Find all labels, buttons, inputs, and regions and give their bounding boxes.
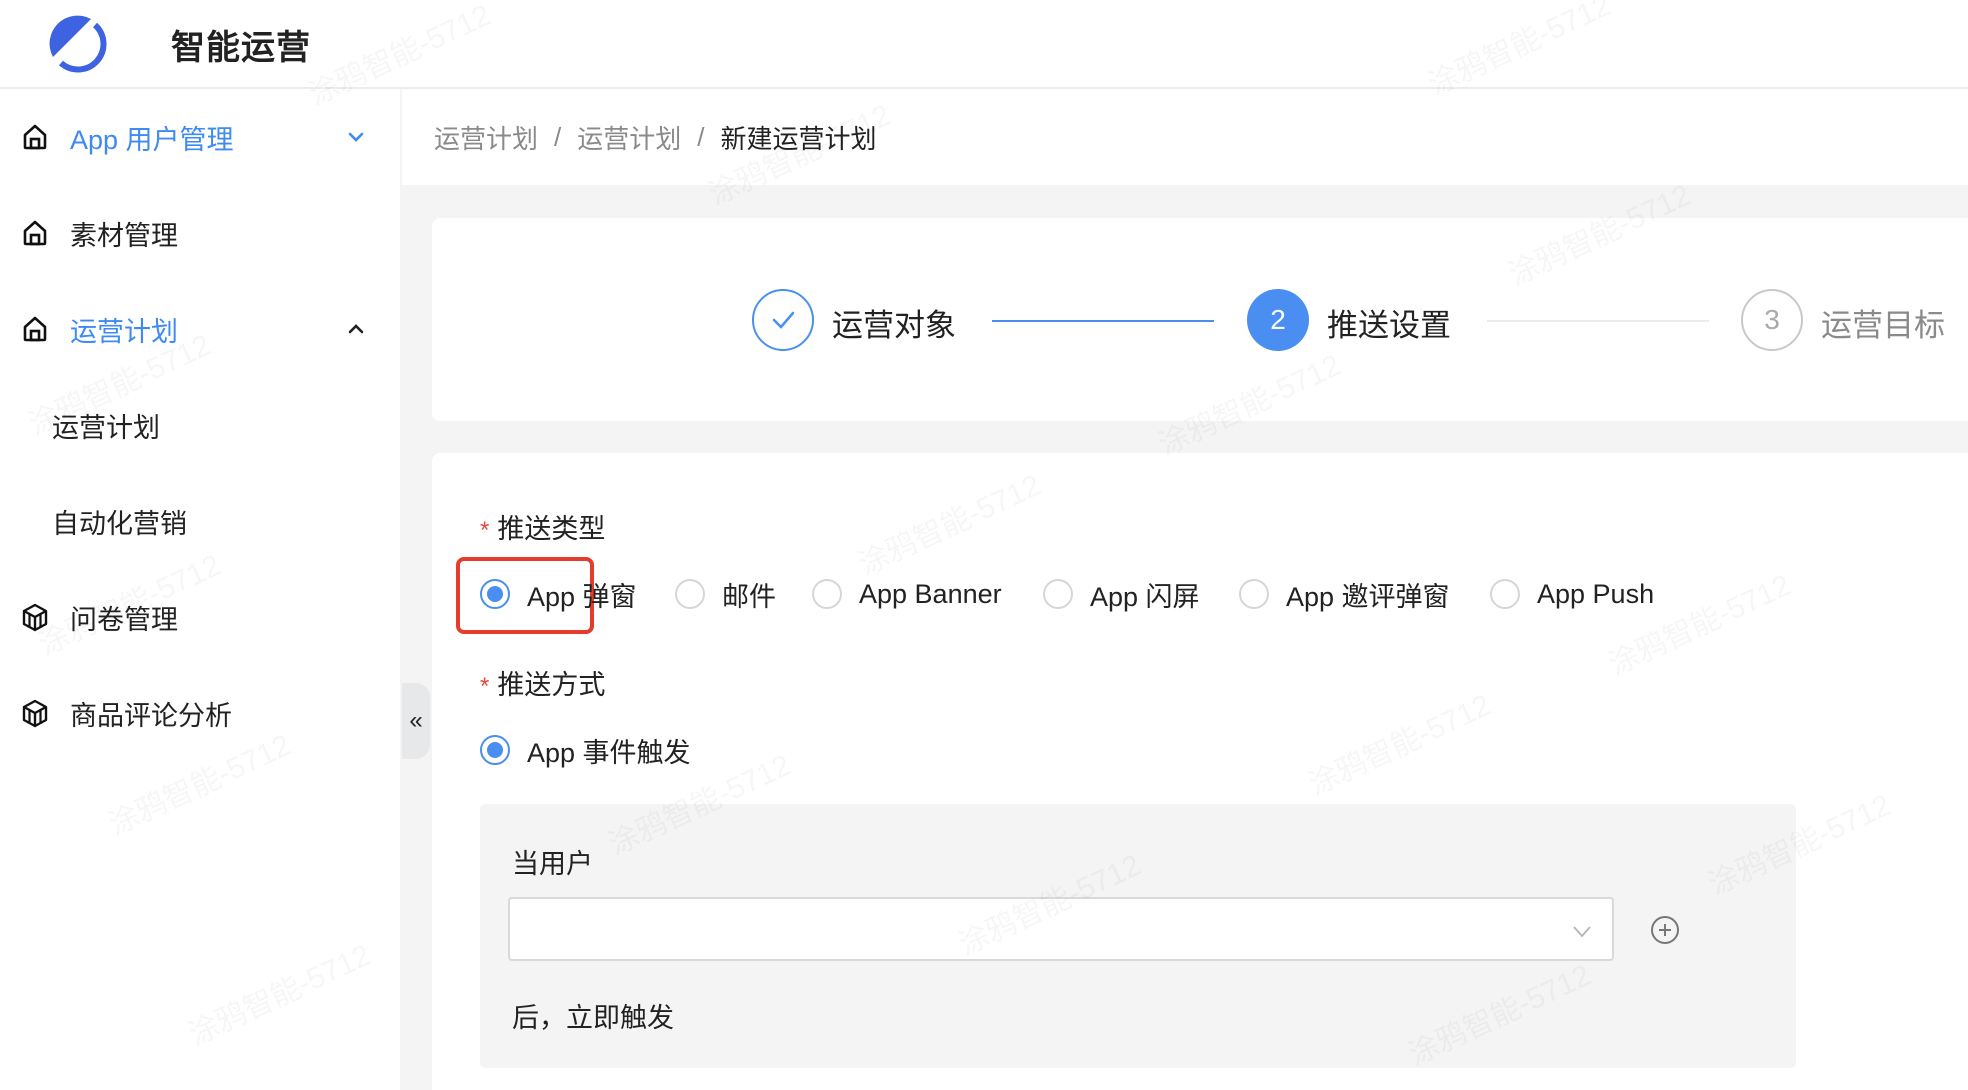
step-2-marker: 2	[1247, 289, 1309, 351]
sidebar-item-label: 商品评论分析	[70, 700, 232, 731]
radio-push-type-email[interactable]: 邮件	[675, 574, 776, 614]
radio-push-type-app-splash[interactable]: App 闪屏	[1043, 574, 1200, 614]
top-header: 智能运营	[0, 0, 1968, 89]
event-trigger-panel: 当用户 后，立即触发	[480, 804, 1796, 1068]
radio-checked-icon[interactable]	[480, 579, 510, 609]
radio-push-method-app-event[interactable]: App 事件触发	[480, 730, 691, 770]
event-select[interactable]	[508, 897, 1614, 961]
required-mark: *	[480, 517, 490, 544]
chevron-down-icon[interactable]	[343, 124, 369, 150]
sidebar-subitem-operation-plan[interactable]: 运营计划	[0, 395, 400, 455]
cube-icon	[20, 602, 50, 632]
add-circle-icon[interactable]	[1650, 915, 1680, 945]
radio-unchecked-icon[interactable]	[1490, 579, 1520, 609]
home-icon	[20, 218, 50, 248]
sidebar-item-product-review-analysis[interactable]: 商品评论分析	[0, 683, 400, 743]
step-connector-done	[992, 320, 1214, 322]
app-logo-icon	[49, 15, 107, 73]
push-type-label: * 推送类型	[480, 514, 606, 544]
breadcrumb-separator: /	[697, 121, 705, 152]
breadcrumb-link[interactable]: 运营计划	[577, 119, 681, 156]
app-title: 智能运营	[171, 29, 311, 67]
sidebar-subitem-label: 运营计划	[52, 412, 160, 443]
step-1-check-icon	[752, 289, 814, 351]
breadcrumb-current: 新建运营计划	[720, 123, 877, 154]
step-connector-pending	[1487, 320, 1709, 322]
sidebar-collapse-button[interactable]: «	[402, 683, 430, 759]
breadcrumb-link[interactable]: 运营计划	[434, 119, 538, 156]
sidebar-item-material-management[interactable]: 素材管理	[0, 203, 400, 263]
sidebar-item-label: App 用户管理	[70, 124, 234, 155]
radio-push-type-app-push[interactable]: App Push	[1490, 574, 1654, 614]
sidebar-item-label: 素材管理	[70, 220, 178, 251]
radio-unchecked-icon[interactable]	[1239, 579, 1269, 609]
radio-unchecked-icon[interactable]	[812, 579, 842, 609]
sidebar: App 用户管理 素材管理 运营计划 运营计划 自动化营销 问卷管理 商品评论分…	[0, 89, 400, 1090]
radio-unchecked-icon[interactable]	[1043, 579, 1073, 609]
double-chevron-left-icon: «	[409, 707, 423, 734]
sidebar-subitem-label: 自动化营销	[52, 508, 187, 539]
radio-push-type-app-banner[interactable]: App Banner	[812, 574, 1002, 614]
push-method-label: * 推送方式	[480, 670, 606, 700]
step-1-label: 运营对象	[832, 308, 956, 343]
cube-icon	[20, 698, 50, 728]
chevron-up-icon[interactable]	[343, 316, 369, 342]
radio-unchecked-icon[interactable]	[675, 579, 705, 609]
push-settings-form: * 推送类型 App 弹窗 邮件 App Banner App 闪屏 App 邀评…	[432, 453, 1968, 1090]
sidebar-item-app-user-management[interactable]: App 用户管理	[0, 107, 400, 167]
breadcrumb-separator: /	[554, 121, 562, 152]
home-icon	[20, 122, 50, 152]
when-user-label: 当用户	[512, 849, 593, 879]
radio-push-type-app-review-popup[interactable]: App 邀评弹窗	[1239, 574, 1450, 614]
breadcrumb: 运营计划 / 运营计划 / 新建运营计划	[402, 89, 1968, 185]
sidebar-item-label: 问卷管理	[70, 604, 178, 635]
steps-card: 运营对象 2 推送设置 3 运营目标	[432, 218, 1968, 421]
radio-push-type-app-popup[interactable]: App 弹窗	[480, 574, 637, 614]
trigger-immediately-label: 后，立即触发	[512, 1003, 674, 1033]
step-3-label: 运营目标	[1821, 308, 1945, 343]
chevron-down-icon	[1573, 926, 1591, 938]
step-3-marker: 3	[1741, 289, 1803, 351]
step-2-label: 推送设置	[1327, 308, 1451, 343]
sidebar-subitem-automated-marketing[interactable]: 自动化营销	[0, 491, 400, 551]
sidebar-item-label: 运营计划	[70, 316, 178, 347]
radio-checked-icon[interactable]	[480, 735, 510, 765]
required-mark: *	[480, 673, 490, 700]
sidebar-item-survey-management[interactable]: 问卷管理	[0, 587, 400, 647]
sidebar-item-operation-plan[interactable]: 运营计划	[0, 299, 400, 359]
home-icon	[20, 314, 50, 344]
